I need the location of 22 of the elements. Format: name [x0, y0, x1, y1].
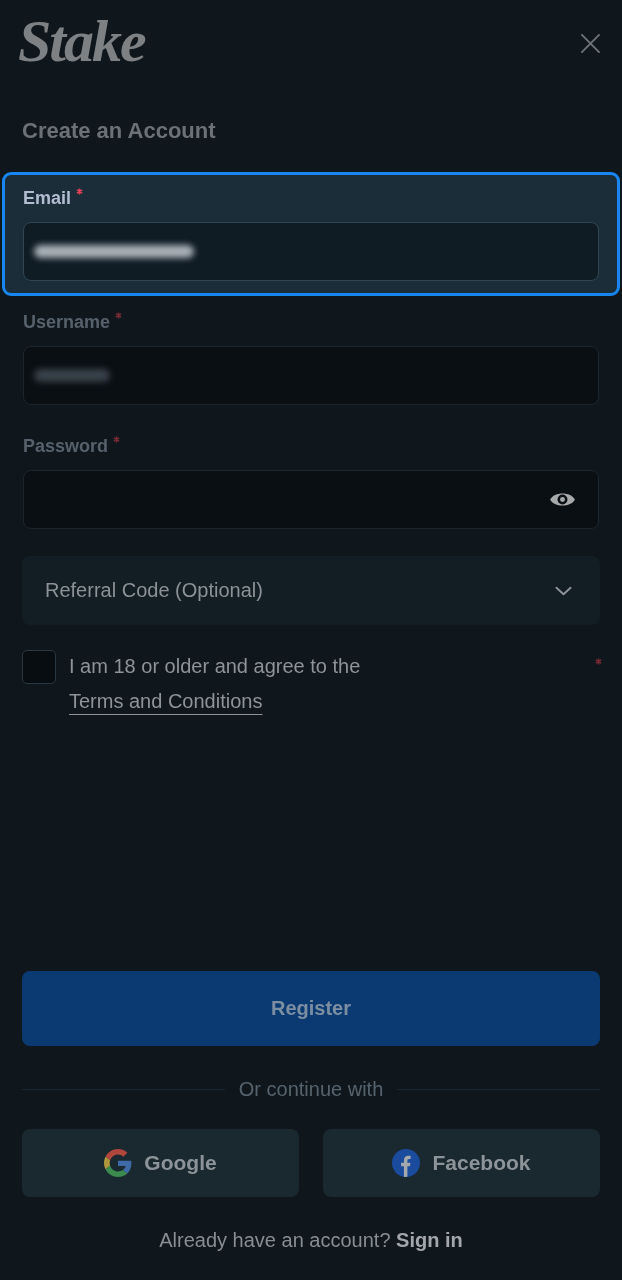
terms-checkbox[interactable]	[22, 650, 56, 684]
logo: Stake	[18, 8, 145, 74]
form-title: Create an Account	[22, 117, 217, 145]
referral-code-dropdown[interactable]: Referral Code (Optional)	[22, 556, 600, 625]
sign-in-prompt: Already have an account? Sign in	[158, 1228, 464, 1252]
facebook-icon	[392, 1149, 421, 1177]
email-field[interactable]	[23, 222, 599, 281]
password-field[interactable]	[23, 470, 599, 529]
divider-text: Or continue with	[238, 1077, 384, 1101]
sign-in-link[interactable]: Sign in	[396, 1229, 463, 1251]
google-button[interactable]: Google	[22, 1129, 299, 1197]
field-label: Username	[23, 311, 111, 334]
eye-icon[interactable]	[549, 490, 576, 509]
terms-text: I am 18 or older and agree to the Terms and Conditions	[69, 654, 362, 714]
google-icon	[104, 1149, 133, 1177]
terms-link[interactable]: Terms and Conditions	[69, 690, 263, 712]
username-field[interactable]	[23, 346, 599, 405]
close-icon[interactable]	[581, 34, 600, 53]
field-label: Email	[23, 187, 72, 210]
facebook-button[interactable]: Facebook	[323, 1129, 600, 1197]
register-button[interactable]: Register	[22, 971, 600, 1046]
field-label: Password	[23, 435, 109, 458]
